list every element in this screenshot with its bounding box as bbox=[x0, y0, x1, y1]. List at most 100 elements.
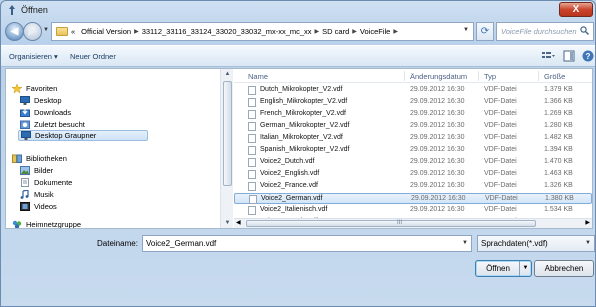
file-row[interactable]: German_Mikrokopter_V2.vdf 29.09.2012 16:3… bbox=[234, 121, 592, 132]
chevron-right-icon[interactable]: ▶ bbox=[393, 28, 398, 35]
dialog-footer: Dateiname: Voice2_German.vdf ▼ Sprachdat… bbox=[1, 233, 595, 306]
address-bar[interactable]: « Official Version ▶ 33112_33116_33124_3… bbox=[51, 22, 474, 41]
nav-item-label: Dokumente bbox=[34, 178, 73, 187]
file-row[interactable]: Voice2_Italienisch.vdf 29.09.2012 16:30 VD… bbox=[234, 205, 592, 216]
file-type-value: Sprachdaten(*.vdf) bbox=[481, 239, 548, 248]
horizontal-scrollbar[interactable]: ◀ III ▶ bbox=[234, 218, 592, 228]
file-name: French_Mikrokopter_V2.vdf bbox=[260, 110, 346, 117]
file-row[interactable]: French_Mikrokopter_V2.vdf 29.09.2012 16:3… bbox=[234, 109, 592, 120]
file-row[interactable]: Voice2_France.vdf 29.09.2012 16:30 VDF-Dat… bbox=[234, 181, 592, 192]
file-icon bbox=[248, 122, 256, 131]
music-icon bbox=[20, 189, 30, 199]
file-icon bbox=[248, 158, 256, 167]
file-name: Italian_Mikrokopter_V2.vdf bbox=[260, 134, 343, 141]
column-header-size[interactable]: Größe bbox=[544, 72, 565, 81]
chevron-down-icon[interactable]: ▼ bbox=[462, 240, 468, 246]
column-divider[interactable] bbox=[538, 71, 539, 81]
breadcrumb-item[interactable]: 33112_33116_33124_33020_33032_mx-xx_mc_x… bbox=[139, 27, 315, 36]
nav-item-videos[interactable]: Videos bbox=[20, 201, 57, 212]
file-size: 1.269 KB bbox=[544, 110, 573, 117]
app-icon bbox=[7, 5, 17, 15]
breadcrumb-item[interactable]: SD card bbox=[319, 27, 352, 36]
breadcrumb-item[interactable]: Official Version bbox=[78, 27, 134, 36]
file-size: 1.366 KB bbox=[544, 98, 573, 105]
preview-pane-icon[interactable] bbox=[563, 50, 575, 64]
breadcrumb-item[interactable]: VoiceFile bbox=[357, 27, 393, 36]
file-size: 1.470 KB bbox=[544, 158, 573, 165]
column-header-name[interactable]: Name bbox=[248, 72, 268, 81]
navigation-pane: Favoriten Desktop Downloads Zuletzt besu… bbox=[6, 69, 219, 228]
chevron-down-icon[interactable]: ▼ bbox=[585, 240, 591, 246]
file-name: Voice2_German.vdf bbox=[261, 195, 323, 202]
file-size: 1.280 KB bbox=[544, 122, 573, 129]
videos-icon bbox=[20, 202, 30, 211]
file-name: Dutch_Mikrokopter_V2.vdf bbox=[260, 86, 343, 93]
forward-button[interactable]: ▶ bbox=[23, 22, 42, 41]
file-type-select[interactable]: Sprachdaten(*.vdf) ▼ bbox=[477, 235, 595, 252]
file-icon bbox=[248, 170, 256, 179]
open-options-dropdown[interactable]: ▼ bbox=[519, 261, 531, 276]
folder-icon bbox=[56, 27, 68, 36]
nav-item-pictures[interactable]: Bilder bbox=[20, 165, 53, 176]
file-name: Spanish_Mikrokopter_V2.vdf bbox=[260, 146, 350, 153]
nav-item-downloads[interactable]: Downloads bbox=[20, 107, 71, 118]
nav-item-homegroup[interactable]: Heimnetzgruppe bbox=[12, 219, 81, 228]
nav-item-libraries[interactable]: Bibliotheken bbox=[12, 153, 67, 164]
file-row[interactable]: Dutch_Mikrokopter_V2.vdf 29.09.2012 16:30… bbox=[234, 85, 592, 96]
new-folder-button[interactable]: Neuer Ordner bbox=[70, 52, 116, 61]
search-input[interactable]: VoiceFile durchsuchen bbox=[496, 22, 594, 41]
scroll-left-arrow-icon[interactable]: ◀ bbox=[236, 219, 241, 226]
nav-item-music[interactable]: Musik bbox=[20, 189, 54, 200]
refresh-button[interactable]: ⟳ bbox=[476, 22, 494, 41]
nav-item-favorites[interactable]: Favoriten bbox=[11, 83, 57, 94]
file-type: VDF-Datei bbox=[484, 122, 517, 129]
pictures-icon bbox=[20, 166, 30, 175]
file-name: German_Mikrokopter_V2.vdf bbox=[260, 122, 350, 129]
file-row[interactable]: Voice2_English.vdf 29.09.2012 16:30 VDF-Da… bbox=[234, 169, 592, 180]
file-row[interactable]: Spanish_Mikrokopter_V2.vdf 29.09.2012 16:… bbox=[234, 145, 592, 156]
open-button[interactable]: Öffnen ▼ bbox=[475, 260, 532, 277]
filename-input[interactable]: Voice2_German.vdf ▼ bbox=[142, 235, 472, 252]
view-options-icon[interactable] bbox=[541, 50, 555, 64]
open-file-dialog: Öffnen X ◀ ▶ ▼ « Official Version ▶ 3311… bbox=[0, 0, 596, 307]
cancel-button[interactable]: Abbrechen bbox=[534, 260, 594, 277]
nav-item-desktop[interactable]: Desktop bbox=[20, 95, 62, 106]
column-header-type[interactable]: Typ bbox=[484, 72, 496, 81]
nav-item-label: Heimnetzgruppe bbox=[26, 220, 82, 228]
scroll-up-arrow-icon[interactable]: ▲ bbox=[221, 69, 234, 79]
file-row[interactable]: English_Mikrokopter_V2.vdf 29.09.2012 16:… bbox=[234, 97, 592, 108]
column-divider[interactable] bbox=[404, 71, 405, 81]
recent-pages-dropdown[interactable]: ▼ bbox=[43, 27, 49, 33]
file-row[interactable]: Voice2_Dutch.vdf 29.09.2012 16:30 VDF-Date… bbox=[234, 157, 592, 168]
scroll-right-arrow-icon[interactable]: ▶ bbox=[585, 219, 590, 226]
scrollbar-thumb[interactable]: III bbox=[246, 220, 536, 227]
file-type: VDF-Datei bbox=[485, 195, 518, 202]
organize-menu[interactable]: Organisieren ▾ bbox=[9, 52, 58, 61]
file-date: 29.09.2012 16:30 bbox=[410, 158, 465, 165]
address-dropdown-icon[interactable]: ▼ bbox=[463, 27, 469, 33]
navigation-scrollbar[interactable]: ▲ ▼ bbox=[220, 69, 233, 228]
nav-item-label: Downloads bbox=[34, 108, 72, 117]
scrollbar-thumb[interactable] bbox=[223, 81, 232, 186]
file-date: 29.09.2012 16:30 bbox=[410, 170, 465, 177]
file-date: 29.09.2012 16:30 bbox=[410, 122, 465, 129]
file-row[interactable]: Italian_Mikrokopter_V2.vdf 29.09.2012 16:… bbox=[234, 133, 592, 144]
back-button[interactable]: ◀ bbox=[5, 22, 24, 41]
nav-item-recent[interactable]: Zuletzt besucht bbox=[20, 119, 85, 130]
file-date: 29.09.2012 16:30 bbox=[411, 195, 466, 202]
file-icon bbox=[248, 134, 256, 143]
column-divider[interactable] bbox=[478, 71, 479, 81]
file-icon bbox=[248, 110, 256, 119]
file-list: Name Änderungsdatum Typ Größe Dutch_Mikr… bbox=[234, 69, 592, 228]
documents-icon bbox=[20, 178, 30, 187]
file-row[interactable]: Voice2_German.vdf 29.09.2012 16:30 VDF-Dat… bbox=[234, 193, 592, 204]
column-header-date[interactable]: Änderungsdatum bbox=[410, 72, 467, 81]
close-button[interactable]: X bbox=[559, 2, 593, 17]
file-size: 1.380 KB bbox=[545, 195, 574, 202]
scroll-down-arrow-icon[interactable]: ▼ bbox=[221, 218, 234, 228]
file-type: VDF-Datei bbox=[484, 206, 517, 213]
breadcrumb-overflow[interactable]: « bbox=[68, 27, 78, 36]
nav-item-desktop-graupner[interactable]: Desktop Graupner bbox=[18, 130, 148, 141]
help-icon[interactable]: ? bbox=[582, 50, 594, 64]
nav-item-documents[interactable]: Dokumente bbox=[20, 177, 72, 188]
